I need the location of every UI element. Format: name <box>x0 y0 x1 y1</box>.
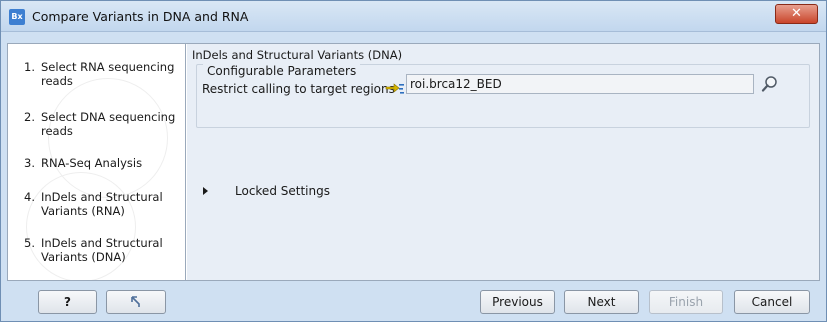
wizard-content: InDels and Structural Variants (DNA) Con… <box>187 44 819 280</box>
locked-settings-label: Locked Settings <box>235 184 330 198</box>
window-title: Compare Variants in DNA and RNA <box>32 9 249 24</box>
step-label: RNA-Seq Analysis <box>41 156 143 170</box>
previous-button[interactable]: Previous <box>480 290 555 314</box>
reset-button[interactable] <box>106 290 166 314</box>
step-label: InDels and Structural Variants (DNA) <box>41 236 163 264</box>
help-button[interactable]: ? <box>38 290 97 314</box>
close-button[interactable]: ✕ <box>775 4 818 24</box>
wizard-steps-panel: 1. Select RNA sequencing reads 2. Select… <box>8 44 186 280</box>
step-label: Select RNA sequencing reads <box>41 60 175 88</box>
section-title: InDels and Structural Variants (DNA) <box>192 48 403 62</box>
step-number: 5. <box>24 236 35 250</box>
finish-button[interactable]: Finish <box>649 290 723 314</box>
browse-icon[interactable] <box>761 75 779 93</box>
dialog-window: Bx Compare Variants in DNA and RNA ✕ 1. … <box>0 0 827 322</box>
group-title: Configurable Parameters <box>203 64 361 78</box>
target-region-icon <box>385 83 404 94</box>
app-icon: Bx <box>9 9 25 25</box>
expand-triangle-icon <box>203 187 208 195</box>
close-icon: ✕ <box>791 6 802 21</box>
step-label: Select DNA sequencing reads <box>41 110 176 138</box>
step-number: 1. <box>24 60 35 74</box>
step-label: InDels and Structural Variants (RNA) <box>41 190 163 218</box>
step-number: 2. <box>24 110 35 124</box>
target-regions-label: Restrict calling to target regions <box>202 82 395 96</box>
step-number: 3. <box>24 156 35 170</box>
reset-arrow-icon <box>131 296 140 307</box>
wizard-frame: 1. Select RNA sequencing reads 2. Select… <box>7 43 820 281</box>
step-number: 4. <box>24 190 35 204</box>
target-regions-field[interactable]: roi.brca12_BED <box>406 74 754 94</box>
title-bar: Bx Compare Variants in DNA and RNA ✕ <box>1 1 826 32</box>
cancel-button[interactable]: Cancel <box>734 290 810 314</box>
next-button[interactable]: Next <box>564 290 639 314</box>
